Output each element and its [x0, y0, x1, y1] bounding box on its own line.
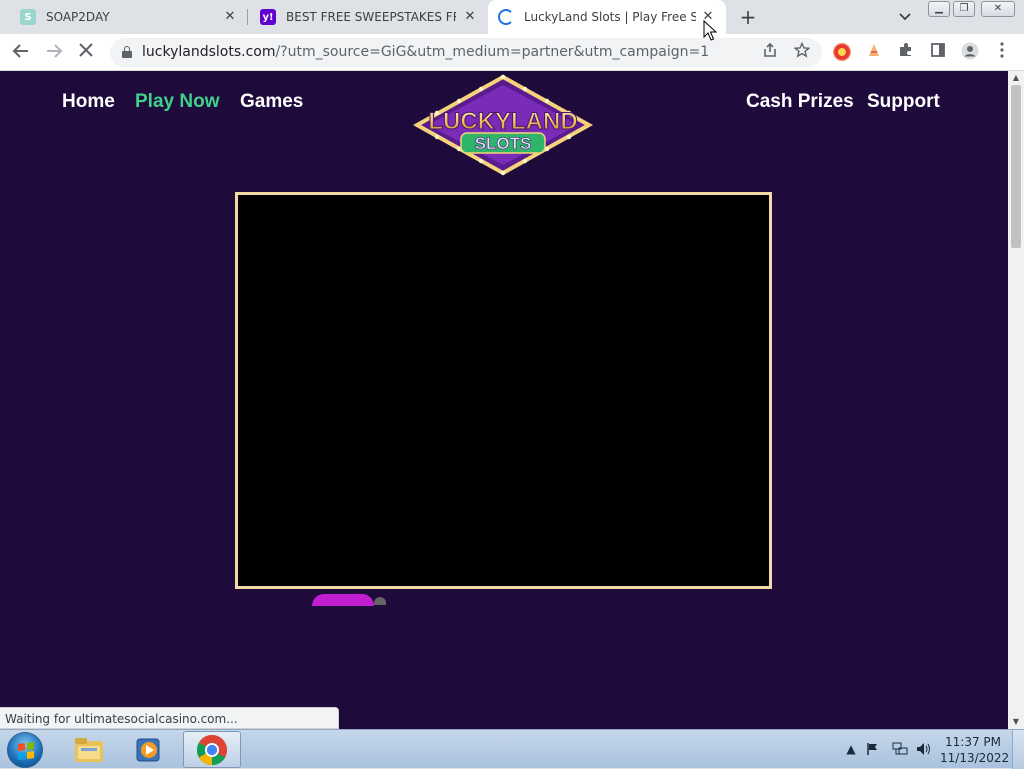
status-bubble: Waiting for ultimatesocialcasino.com... [0, 707, 339, 729]
scroll-down-arrow-icon[interactable]: ▼ [1008, 715, 1024, 729]
bookmark-star-icon[interactable] [792, 41, 812, 62]
extensions-puzzle-icon[interactable] [896, 42, 916, 62]
browser-toolbar: luckylandslots.com/?utm_source=GiG&utm_m… [0, 34, 1024, 71]
logo-line-1: LUCKYLAND [428, 108, 577, 135]
partial-game-icon [312, 594, 374, 606]
game-frame[interactable] [235, 192, 772, 589]
scrollbar-thumb[interactable] [1011, 85, 1021, 248]
url-path: /?utm_source=GiG&utm_medium=partner&utm_… [275, 44, 710, 60]
logo-line-2: SLOTS [475, 134, 532, 153]
chrome-icon [196, 734, 228, 765]
soap2day-favicon-icon: S [20, 9, 36, 25]
network-icon[interactable] [892, 742, 908, 756]
windows-flag-icon [18, 742, 34, 760]
action-center-flag-icon[interactable] [866, 742, 880, 756]
tab-title: SOAP2DAY [46, 10, 110, 24]
page-scrollbar[interactable]: ▲ ▼ [1008, 71, 1024, 729]
new-tab-icon[interactable]: + [738, 6, 758, 28]
luckyland-slots-logo[interactable]: LUCKYLAND SLOTS [412, 73, 594, 177]
address-bar[interactable]: luckylandslots.com/?utm_source=GiG&utm_m… [110, 38, 822, 67]
nav-cash-prizes[interactable]: Cash Prizes [746, 91, 854, 113]
close-window-icon[interactable]: ✕ [981, 1, 1015, 17]
menu-kebab-icon[interactable] [992, 42, 1012, 62]
share-icon[interactable] [760, 42, 780, 62]
windows-taskbar: ▲ 11:37 PM 11/13/2022 [0, 729, 1024, 769]
clock-time: 11:37 PM [945, 735, 1001, 749]
side-panel-icon[interactable] [928, 42, 948, 62]
show-hidden-icons-chevron-up-icon[interactable]: ▲ [844, 742, 858, 756]
tab-title: BEST FREE SWEEPSTAKES FREE N [286, 10, 456, 24]
forward-arrow-icon[interactable] [44, 42, 64, 62]
nav-home[interactable]: Home [62, 91, 115, 113]
url-text: luckylandslots.com/?utm_source=GiG&utm_m… [142, 44, 709, 60]
taskbar-media-player[interactable] [120, 731, 178, 768]
loading-spinner-icon [498, 9, 514, 25]
minimize-window-icon[interactable]: ▁ [928, 1, 950, 17]
show-desktop-button[interactable] [1012, 730, 1024, 769]
windows-start-button[interactable] [7, 732, 43, 768]
close-tab-icon[interactable]: ✕ [462, 9, 478, 25]
stop-loading-icon[interactable] [76, 42, 96, 62]
lock-icon[interactable] [122, 46, 132, 58]
tab-soap2day[interactable]: S SOAP2DAY ✕ [8, 0, 248, 34]
extension-2-icon[interactable] [864, 42, 884, 62]
nav-games[interactable]: Games [240, 91, 303, 113]
restore-window-icon[interactable]: ❐ [953, 1, 975, 17]
taskbar-chrome[interactable] [183, 731, 241, 768]
partial-game-icon-2 [374, 597, 386, 605]
tab-sweepstakes[interactable]: y! BEST FREE SWEEPSTAKES FREE N ✕ [248, 0, 488, 34]
mouse-cursor-icon [703, 20, 717, 41]
media-player-icon [136, 738, 160, 761]
volume-speaker-icon[interactable] [916, 742, 930, 756]
nav-play-now[interactable]: Play Now [135, 91, 219, 113]
clock-date: 11/13/2022 [940, 751, 1010, 765]
profile-avatar-icon[interactable] [960, 42, 980, 62]
tab-strip: S SOAP2DAY ✕ y! BEST FREE SWEEPSTAKES FR… [0, 0, 1024, 34]
page-viewport: Home Play Now Games LUCKYLAND SLOTS Cash… [0, 71, 1008, 729]
tab-title: LuckyLand Slots | Play Free Slot C [524, 10, 696, 24]
tab-luckyland[interactable]: LuckyLand Slots | Play Free Slot C ✕ [488, 0, 726, 34]
nav-support[interactable]: Support [867, 91, 940, 113]
close-tab-icon[interactable]: ✕ [222, 9, 238, 25]
taskbar-clock[interactable]: 11:37 PM 11/13/2022 [940, 734, 1010, 766]
taskbar-explorer[interactable] [60, 731, 118, 768]
extension-1-icon[interactable] [833, 43, 851, 61]
back-arrow-icon[interactable] [11, 42, 31, 62]
scroll-up-arrow-icon[interactable]: ▲ [1008, 71, 1024, 85]
url-host: luckylandslots.com [142, 44, 276, 60]
yahoo-favicon-icon: y! [260, 9, 276, 25]
tab-search-chevron-down-icon[interactable] [896, 8, 914, 26]
folder-icon [75, 737, 103, 762]
